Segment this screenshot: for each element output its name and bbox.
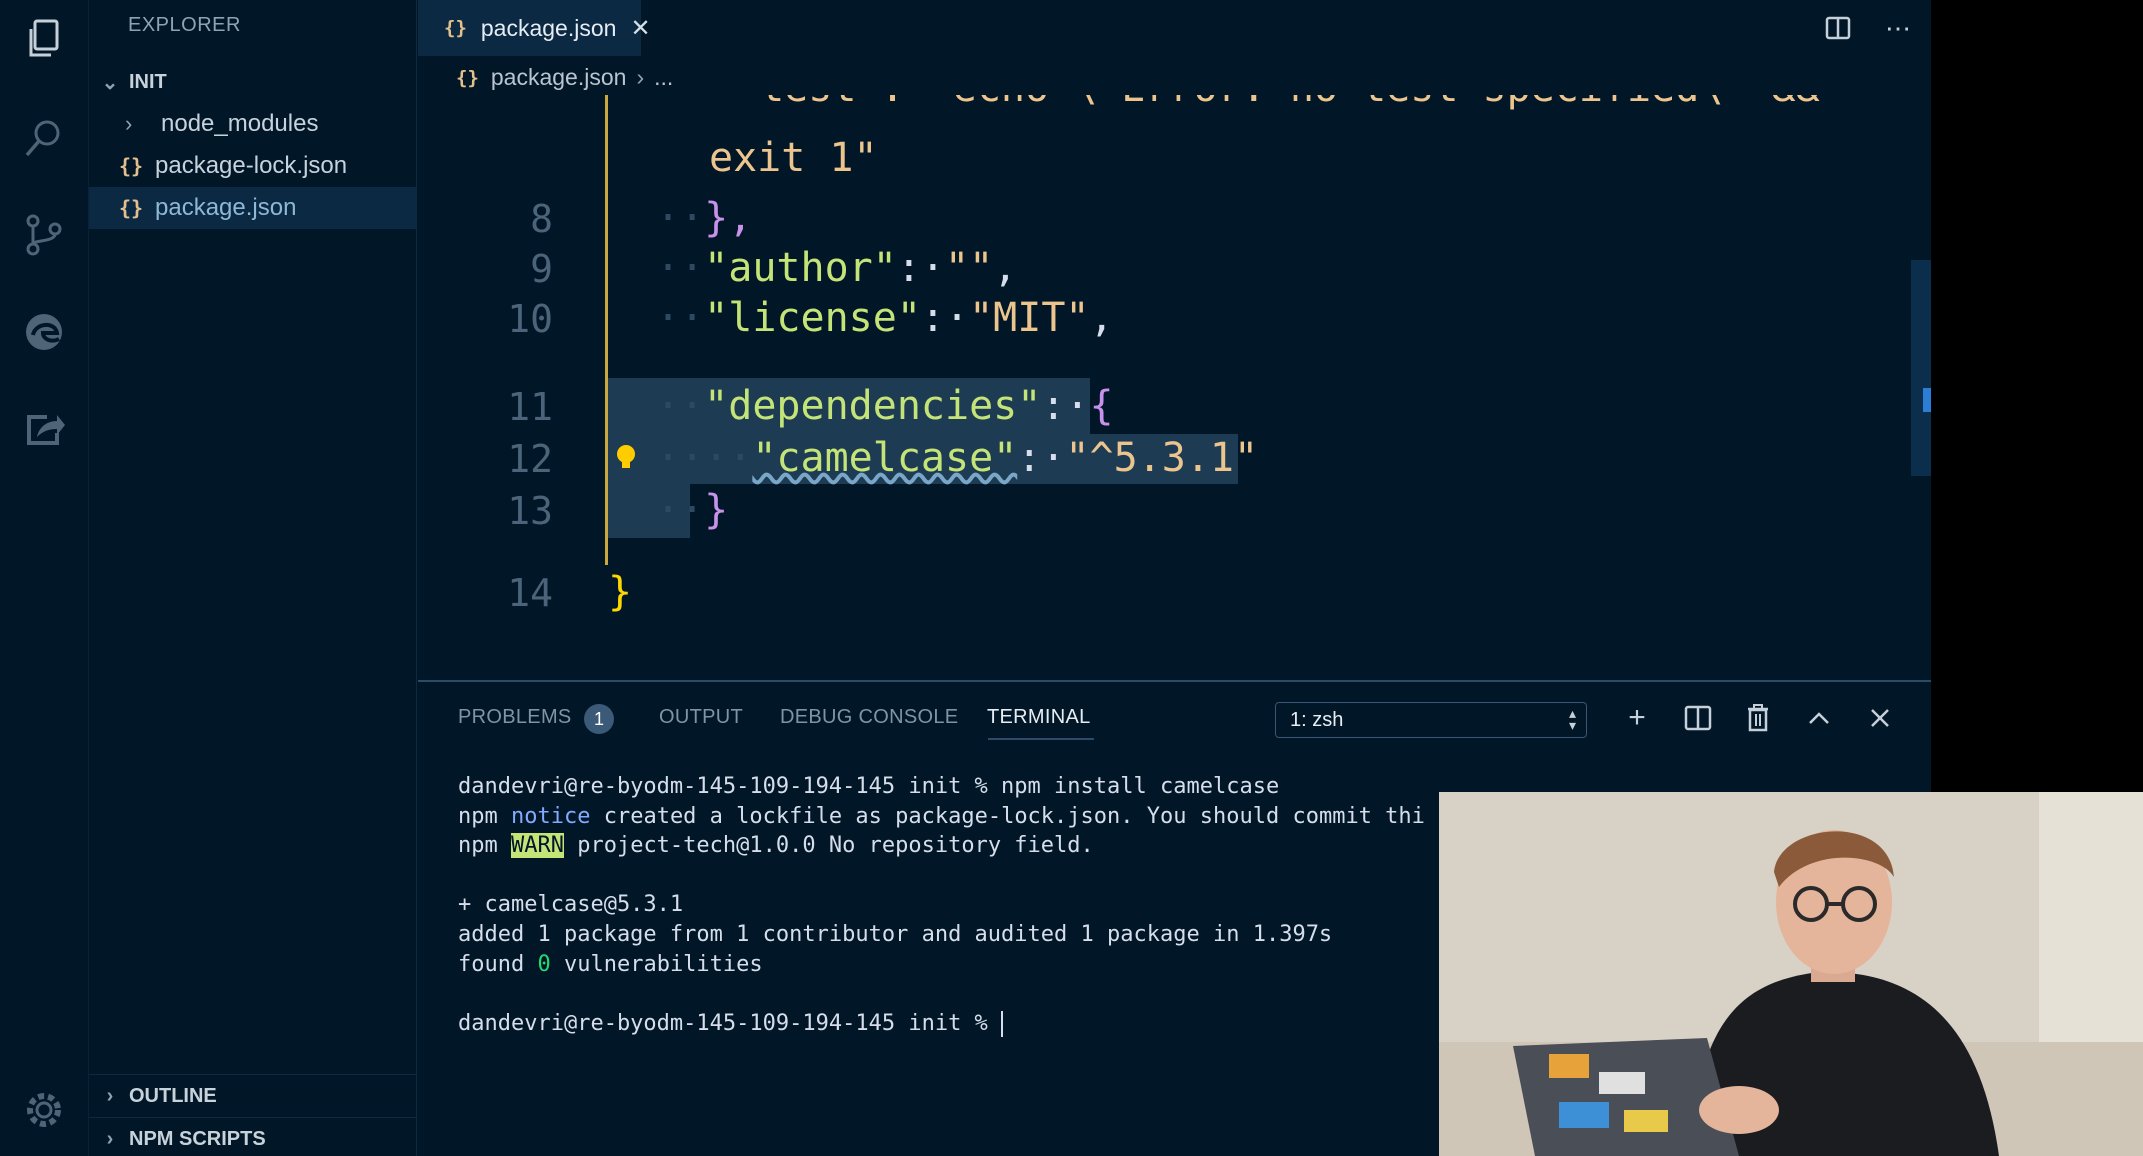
line-number: 14 [507,571,553,615]
shell-select-value: 1: zsh [1290,708,1344,731]
json-brace: { [1089,383,1114,429]
lightbulb-icon[interactable] [614,437,638,468]
tree-item-node-modules[interactable]: › node_modules [89,103,416,145]
code-line: } [608,569,632,615]
breadcrumb-file[interactable]: package.json [491,64,627,91]
chevron-up-icon[interactable] [1799,698,1839,738]
code-text: "test": "echo \"Error: no test specified… [736,95,1820,111]
source-control-icon[interactable] [18,208,70,260]
json-key: "camelcase" [752,435,1018,481]
json-file-icon: {} [444,17,467,39]
code-text: exit 1" [709,135,878,181]
explorer-title: EXPLORER [128,14,241,36]
chevron-right-icon: › [125,111,133,136]
outline-section[interactable]: › OUTLINE [89,1075,416,1117]
editor-scrollbar[interactable] [1911,260,1931,476]
scrollbar-marker [1923,388,1931,412]
line-number: 8 [530,197,553,241]
tree-item-package-json[interactable]: {} package.json [89,187,416,229]
code-text: } [608,569,633,615]
json-file-icon: {} [119,196,144,220]
tree-item-label: package.json [155,194,297,221]
json-key: "author" [704,245,897,291]
json-file-icon: {} [456,66,479,89]
editor-tab-bar: {} package.json ✕ ⋯ [418,0,1931,56]
json-value: "^5.3.1" [1065,435,1259,481]
explorer-files-icon[interactable] [18,14,70,66]
settings-gear-icon[interactable] [18,1084,70,1136]
json-value: "" [945,245,994,291]
terminal-line: dandevri@re-byodm-145-109-194-145 init %… [458,774,1280,799]
outline-label: OUTLINE [129,1084,217,1107]
code-text: }, [704,195,753,241]
code-line: ····"camelcase":·"^5.3.1" [656,435,1259,481]
tab-debug-console[interactable]: DEBUG CONSOLE [780,706,958,729]
terminal-line: + camelcase@5.3.1 [458,892,684,918]
explorer-sidebar: EXPLORER ⌄ INIT › node_modules {} packag… [89,0,417,1156]
npm-scripts-section[interactable]: › NPM SCRIPTS [89,1118,416,1156]
line-number: 12 [507,437,553,481]
folder-init-label: INIT [129,70,167,93]
edge-browser-icon[interactable] [18,306,70,358]
presenter-video-image [1439,792,2143,1156]
active-tab-underline [988,738,1094,740]
json-key: "license" [704,295,921,341]
code-text: } [704,487,729,533]
json-file-icon: {} [119,154,144,178]
trash-icon[interactable] [1738,698,1778,738]
code-line: ··"license":·"MIT", [656,295,1114,341]
line-number: 9 [530,247,553,291]
search-icon[interactable] [18,112,70,164]
code-line: ··} [656,487,729,533]
tree-item-label: package-lock.json [155,152,348,179]
indent-guide [605,95,608,565]
breadcrumb-more[interactable]: ... [654,64,673,91]
chevron-right-icon: › [106,1127,114,1150]
code-line: "test": "echo \"Error: no test specified… [736,95,1820,111]
json-key: "dependencies" [704,383,1042,429]
line-number: 13 [507,489,553,533]
activity-bar [0,0,89,1156]
tab-terminal[interactable]: TERMINAL [987,706,1091,729]
breadcrumb: {} package.json › ... [456,64,673,91]
folder-init-header[interactable]: ⌄ INIT [89,61,416,103]
tab-package-json[interactable]: {} package.json ✕ [418,0,651,56]
line-number: 10 [507,297,553,341]
problems-count-badge: 1 [584,704,614,734]
line-number: 11 [507,385,553,429]
terminal-line: npm notice created a lockfile as package… [458,803,1425,829]
tree-item-package-lock[interactable]: {} package-lock.json [89,145,416,187]
select-arrows-icon: ▴ ▾ [1568,705,1576,733]
chevron-right-icon: › [636,64,645,90]
tree-item-label: node_modules [161,110,319,137]
code-line: ··"author":·"", [656,245,1018,291]
terminal-prompt: dandevri@re-byodm-145-109-194-145 init % [458,1010,1004,1037]
terminal-line: added 1 package from 1 contributor and a… [458,921,1333,947]
new-terminal-plus-icon[interactable]: + [1617,698,1657,738]
npm-scripts-label: NPM SCRIPTS [129,1127,266,1150]
terminal-line: found 0 vulnerabilities [458,951,763,977]
split-editor-icon[interactable] [1818,8,1858,48]
close-panel-icon[interactable] [1860,698,1900,738]
tab-label: package.json [480,14,617,41]
text-cursor [1001,1010,1004,1037]
live-share-icon[interactable] [18,402,70,454]
tab-problems[interactable]: PROBLEMS [458,706,572,729]
json-value: "MIT" [969,295,1090,341]
more-actions-icon[interactable]: ⋯ [1878,8,1918,48]
tab-output[interactable]: OUTPUT [659,706,743,729]
split-terminal-icon[interactable] [1678,698,1718,738]
chevron-down-icon: ⌄ [101,71,119,94]
code-editor[interactable]: "test": "echo \"Error: no test specified… [418,95,1931,680]
code-line: exit 1" [709,135,878,181]
code-line: ··"dependencies":·{ [656,383,1114,429]
terminal-shell-select[interactable]: 1: zsh ▴ ▾ [1275,702,1587,738]
webcam-overlay [1439,792,2143,1156]
code-line: ··}, [656,195,753,241]
chevron-right-icon: › [106,1084,114,1107]
terminal-line: npm WARN project-tech@1.0.0 No repositor… [458,833,1094,859]
terminal-output[interactable]: dandevri@re-byodm-145-109-194-145 init %… [458,772,1425,1038]
close-icon[interactable]: ✕ [630,14,650,43]
